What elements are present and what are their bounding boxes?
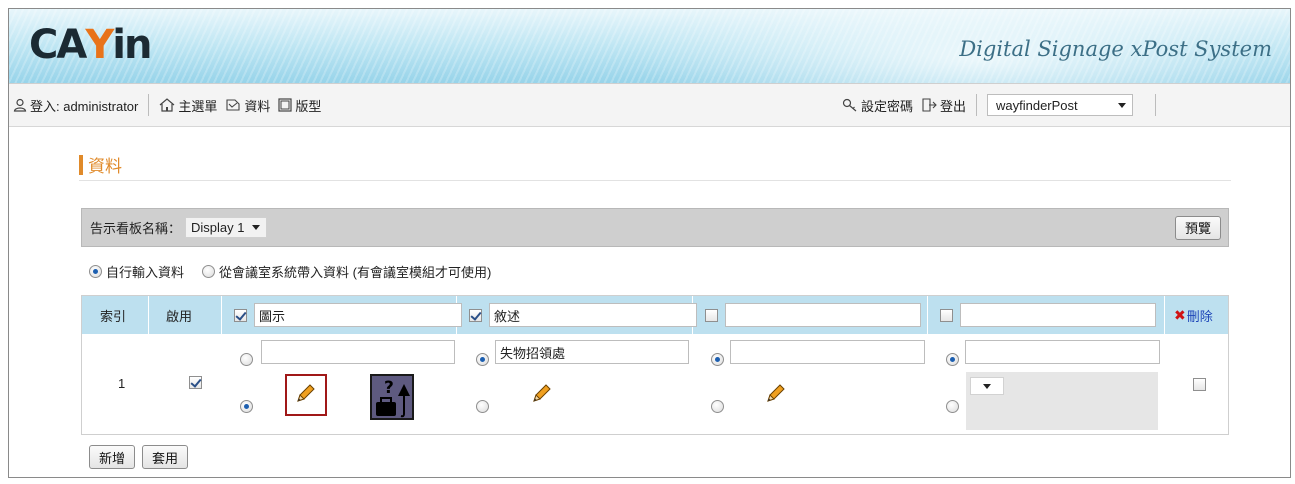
logout-icon bbox=[922, 98, 937, 112]
logout-link[interactable]: 登出 bbox=[921, 96, 966, 115]
column-4-title-input[interactable] bbox=[960, 303, 1156, 327]
col3-text-radio[interactable] bbox=[711, 353, 724, 366]
column-2-checkbox[interactable] bbox=[469, 308, 482, 322]
table-header: 索引 啟用 圖示 敘述 ✖ 刪除 bbox=[82, 296, 1228, 334]
column-3-title-input[interactable] bbox=[725, 303, 921, 327]
add-button[interactable]: 新增 bbox=[89, 445, 136, 469]
preview-button[interactable]: 預覽 bbox=[1174, 215, 1221, 240]
navbar: 登入: administrator 主選單 資料 版型 設定密碼 登出 wayf… bbox=[9, 83, 1290, 127]
col4-text-radio[interactable] bbox=[946, 353, 959, 366]
display-selector-bar: 告示看板名稱： Display 1 預覽 bbox=[81, 208, 1229, 247]
radio-manual[interactable] bbox=[89, 265, 102, 278]
chevron-down-icon bbox=[1118, 102, 1126, 108]
action-buttons: 新增 套用 bbox=[89, 445, 189, 469]
header-column-1: 圖示 bbox=[234, 296, 462, 334]
delete-x-icon: ✖ bbox=[1174, 306, 1186, 323]
data-source-options: 自行輸入資料 從會議室系統帶入資料 (有會議室模組才可使用) bbox=[89, 262, 491, 281]
col1-text-input[interactable] bbox=[261, 340, 455, 364]
header-enable: 啟用 bbox=[166, 308, 193, 324]
title-accent-bar bbox=[79, 154, 83, 175]
header-column-2: 敘述 bbox=[469, 296, 697, 334]
col1-edit-pencil-icon[interactable] bbox=[293, 382, 317, 406]
user-icon bbox=[13, 98, 27, 112]
header-column-4 bbox=[940, 296, 1156, 334]
row-enabled-checkbox[interactable] bbox=[189, 376, 202, 389]
column-4-checkbox[interactable] bbox=[940, 308, 953, 322]
col3-edit-pencil-icon[interactable] bbox=[763, 382, 787, 406]
tagline: Digital Signage xPost System bbox=[959, 37, 1272, 61]
col4-text-input[interactable] bbox=[965, 340, 1160, 364]
col3-image-radio[interactable] bbox=[711, 400, 724, 413]
col3-text-input[interactable] bbox=[730, 340, 925, 364]
col2-edit-pencil-icon[interactable] bbox=[529, 382, 553, 406]
column-1-checkbox[interactable] bbox=[234, 308, 247, 322]
data-table: 索引 啟用 圖示 敘述 ✖ 刪除 1 ? 失物招領處 bbox=[81, 295, 1229, 435]
col4-image-select[interactable] bbox=[970, 377, 1004, 395]
col1-text-radio[interactable] bbox=[240, 353, 253, 366]
nav-data[interactable]: 資料 bbox=[225, 96, 270, 115]
col1-image-radio[interactable] bbox=[240, 400, 253, 413]
app-window: CA Yin Digital Signage xPost System 登入: a… bbox=[8, 8, 1291, 478]
nav-template[interactable]: 版型 bbox=[278, 96, 321, 115]
nav-main-menu[interactable]: 主選單 bbox=[159, 96, 217, 115]
lost-and-found-image: ? bbox=[370, 374, 414, 420]
col4-image-radio[interactable] bbox=[946, 400, 959, 413]
header-banner: CA Yin Digital Signage xPost System bbox=[9, 9, 1290, 91]
header-column-3 bbox=[705, 296, 921, 334]
delete-column-link[interactable]: ✖ 刪除 bbox=[1174, 296, 1213, 334]
template-icon bbox=[278, 98, 293, 112]
col2-text-input[interactable]: 失物招領處 bbox=[495, 340, 689, 364]
col2-text-radio[interactable] bbox=[476, 353, 489, 366]
chevron-down-icon bbox=[252, 225, 261, 230]
cayin-logo: CA Yin bbox=[29, 22, 152, 68]
display-select[interactable]: Display 1 bbox=[185, 217, 268, 238]
site-select[interactable]: wayfinderPost bbox=[987, 94, 1133, 116]
radio-meeting-system[interactable] bbox=[202, 265, 216, 278]
svg-text:?: ? bbox=[384, 378, 394, 398]
apply-button[interactable]: 套用 bbox=[142, 445, 189, 469]
data-icon bbox=[226, 99, 240, 111]
key-icon bbox=[842, 98, 857, 112]
chevron-down-icon bbox=[983, 383, 991, 389]
column-1-title-input[interactable]: 圖示 bbox=[254, 303, 462, 327]
row-delete-checkbox[interactable] bbox=[1193, 378, 1206, 391]
column-2-title-input[interactable]: 敘述 bbox=[489, 303, 697, 327]
column-3-checkbox[interactable] bbox=[705, 308, 718, 322]
col2-image-radio[interactable] bbox=[476, 400, 489, 413]
header-index: 索引 bbox=[100, 308, 127, 324]
home-icon bbox=[159, 98, 175, 112]
set-password-link[interactable]: 設定密碼 bbox=[842, 96, 913, 115]
row-index: 1 bbox=[118, 376, 126, 391]
login-info: 登入: administrator bbox=[13, 96, 138, 115]
page-title: 資料 bbox=[79, 149, 1231, 181]
